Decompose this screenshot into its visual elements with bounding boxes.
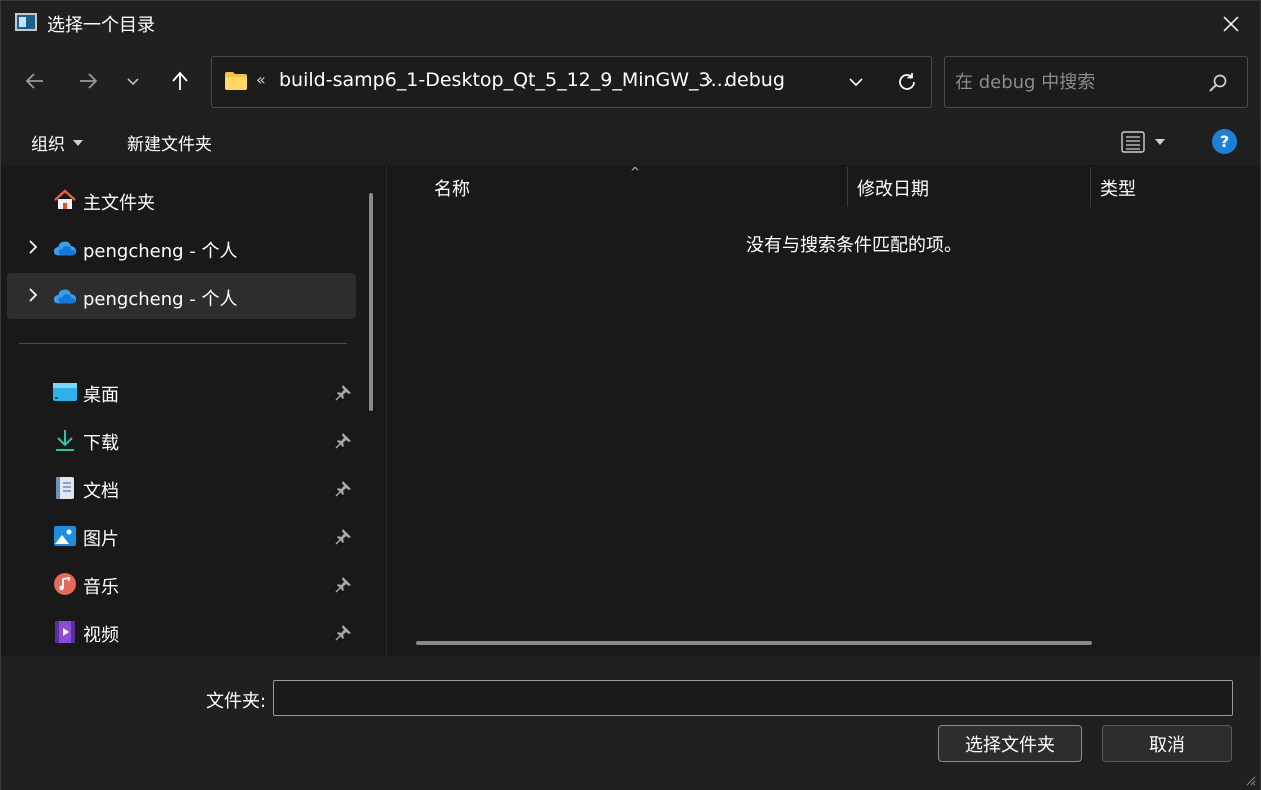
- cancel-button[interactable]: 取消: [1102, 725, 1232, 762]
- sidebar-item-pictures[interactable]: 图片: [7, 513, 356, 559]
- search-input[interactable]: [955, 70, 1195, 94]
- address-dropdown-button[interactable]: [844, 70, 868, 94]
- sort-ascending-icon: ^: [630, 165, 641, 179]
- list-view-icon: [1121, 131, 1145, 153]
- folder-picker-dialog: 选择一个目录 « build-samp6_1-Desktop_Qt_5_12_9…: [0, 0, 1261, 790]
- new-folder-label: 新建文件夹: [127, 135, 212, 155]
- refresh-button[interactable]: [892, 67, 922, 97]
- sidebar-item-desktop[interactable]: 桌面: [7, 369, 356, 415]
- sidebar-item-onedrive[interactable]: pengcheng - 个人: [7, 225, 356, 271]
- onedrive-cloud-icon: [53, 284, 77, 308]
- sidebar-item-downloads[interactable]: 下载: [7, 417, 356, 463]
- sidebar-item-videos[interactable]: 视频: [7, 609, 356, 655]
- folder-name-input[interactable]: [273, 680, 1233, 716]
- caret-down-icon: [1155, 139, 1165, 145]
- recent-locations-button[interactable]: [115, 63, 151, 99]
- resize-grip-icon[interactable]: [1244, 774, 1256, 786]
- chevron-down-icon: [127, 78, 139, 86]
- column-divider[interactable]: [847, 167, 848, 207]
- help-button[interactable]: ?: [1212, 129, 1237, 154]
- pin-icon[interactable]: [335, 623, 353, 641]
- sidebar-item-documents[interactable]: 文档: [7, 465, 356, 511]
- column-header-date-modified[interactable]: 修改日期: [857, 175, 929, 201]
- new-folder-button[interactable]: 新建文件夹: [127, 130, 212, 155]
- navigation-pane: 主文件夹 pengcheng - 个人 pengcheng - 个人 桌面 下载…: [1, 165, 386, 656]
- sidebar-divider: [19, 343, 347, 344]
- expand-chevron-icon[interactable]: [23, 237, 43, 257]
- view-options-button[interactable]: [1121, 128, 1177, 156]
- folder-field-label: 文件夹:: [206, 691, 267, 712]
- search-icon[interactable]: [1207, 72, 1229, 94]
- pin-icon[interactable]: [335, 383, 353, 401]
- sidebar-scrollbar[interactable]: [369, 193, 373, 411]
- column-header-type[interactable]: 类型: [1100, 175, 1136, 201]
- pin-icon[interactable]: [335, 431, 353, 449]
- sidebar-item-label: 音乐: [83, 577, 119, 598]
- sidebar-item-home[interactable]: 主文件夹: [7, 177, 356, 223]
- document-icon: [53, 476, 77, 500]
- refresh-icon: [899, 73, 915, 90]
- address-bar[interactable]: « build-samp6_1-Desktop_Qt_5_12_9_MinGW_…: [211, 56, 932, 108]
- breadcrumb-overflow[interactable]: «: [256, 70, 266, 89]
- music-icon: [53, 572, 77, 596]
- sidebar-item-music[interactable]: 音乐: [7, 561, 356, 607]
- dialog-footer: 文件夹: 选择文件夹 取消: [1, 656, 1260, 790]
- close-icon: [1223, 16, 1239, 32]
- empty-results-message: 没有与搜索条件匹配的项。: [746, 235, 962, 256]
- caret-down-icon: [73, 139, 83, 146]
- download-icon: [53, 428, 77, 452]
- breadcrumb-separator[interactable]: ›: [706, 69, 714, 91]
- desktop-icon: [53, 380, 77, 404]
- sidebar-item-label: 主文件夹: [83, 193, 155, 214]
- command-bar: 组织 新建文件夹 ?: [1, 117, 1260, 165]
- video-icon: [53, 620, 77, 644]
- pin-icon[interactable]: [335, 575, 353, 593]
- expand-chevron-icon[interactable]: [23, 285, 43, 305]
- arrow-right-icon: [80, 73, 98, 89]
- pin-icon[interactable]: [335, 479, 353, 497]
- organize-menu-button[interactable]: 组织: [31, 130, 83, 155]
- navigation-bar: « build-samp6_1-Desktop_Qt_5_12_9_MinGW_…: [1, 47, 1260, 117]
- organize-label: 组织: [31, 135, 65, 155]
- sidebar-item-label: 下载: [83, 433, 119, 454]
- forward-button[interactable]: [70, 63, 106, 99]
- chevron-down-icon: [849, 78, 863, 87]
- sidebar-item-label: 视频: [83, 625, 119, 646]
- column-divider[interactable]: [1090, 167, 1091, 207]
- sidebar-item-onedrive-selected[interactable]: pengcheng - 个人: [7, 273, 356, 319]
- dialog-title: 选择一个目录: [47, 15, 155, 36]
- sidebar-item-label: pengcheng - 个人: [83, 289, 238, 310]
- title-bar: 选择一个目录: [1, 1, 1260, 47]
- horizontal-scrollbar[interactable]: [416, 641, 1092, 645]
- column-header-name[interactable]: 名称: [434, 175, 470, 201]
- file-list-pane: ^ 名称 修改日期 类型 没有与搜索条件匹配的项。: [386, 165, 1260, 656]
- sidebar-item-label: 桌面: [83, 385, 119, 406]
- select-folder-button[interactable]: 选择文件夹: [938, 725, 1082, 762]
- arrow-up-icon: [172, 71, 188, 90]
- folder-icon: [225, 72, 247, 90]
- arrow-left-icon: [25, 73, 43, 89]
- sidebar-item-label: pengcheng - 个人: [83, 241, 238, 262]
- breadcrumb-item-current[interactable]: debug: [725, 69, 785, 91]
- sidebar-item-label: 图片: [83, 529, 119, 550]
- onedrive-cloud-icon: [53, 236, 77, 260]
- close-button[interactable]: [1216, 9, 1246, 39]
- back-button[interactable]: [17, 63, 53, 99]
- app-window-icon: [15, 13, 37, 31]
- up-button[interactable]: [162, 63, 198, 99]
- pin-icon[interactable]: [335, 527, 353, 545]
- breadcrumb-item[interactable]: build-samp6_1-Desktop_Qt_5_12_9_MinGW_3.…: [279, 69, 729, 91]
- search-box[interactable]: [944, 56, 1248, 108]
- sidebar-item-label: 文档: [83, 481, 119, 502]
- pictures-icon: [53, 524, 77, 548]
- help-icon: ?: [1219, 132, 1230, 151]
- home-icon: [53, 188, 77, 212]
